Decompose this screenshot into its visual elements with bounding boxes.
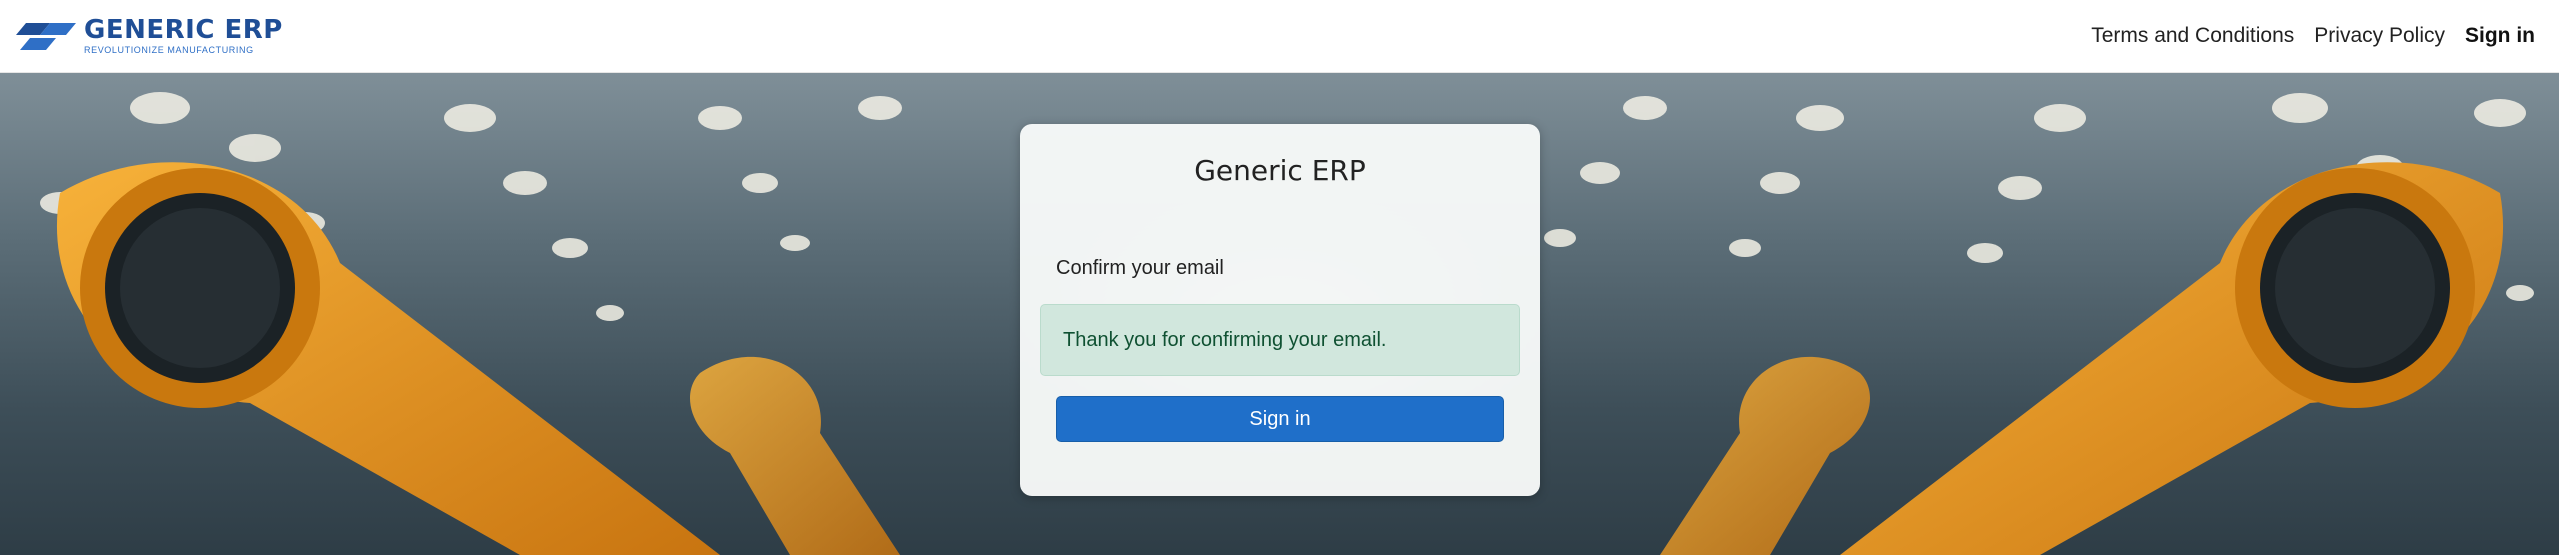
top-navbar: GENERIC ERP REVOLUTIONIZE MANUFACTURING … [0, 0, 2559, 73]
terms-link[interactable]: Terms and Conditions [2091, 24, 2294, 48]
confirm-email-card: Generic ERP Confirm your email Thank you… [1020, 124, 1540, 496]
card-title: Generic ERP [1194, 154, 1366, 187]
signin-button[interactable]: Sign in [1056, 396, 1504, 442]
brand-name: GENERIC ERP [84, 15, 283, 45]
privacy-link[interactable]: Privacy Policy [2314, 24, 2445, 48]
brand-tagline: REVOLUTIONIZE MANUFACTURING [84, 45, 254, 55]
success-alert-text: Thank you for confirming your email. [1063, 328, 1387, 351]
brand-logo[interactable]: GENERIC ERP REVOLUTIONIZE MANUFACTURING [16, 17, 283, 55]
card-subtitle: Confirm your email [1056, 257, 1224, 279]
logo-icon [16, 23, 76, 50]
signin-link[interactable]: Sign in [2465, 24, 2535, 48]
success-alert: Thank you for confirming your email. [1040, 304, 1520, 376]
header-nav: Terms and Conditions Privacy Policy Sign… [2091, 24, 2535, 48]
